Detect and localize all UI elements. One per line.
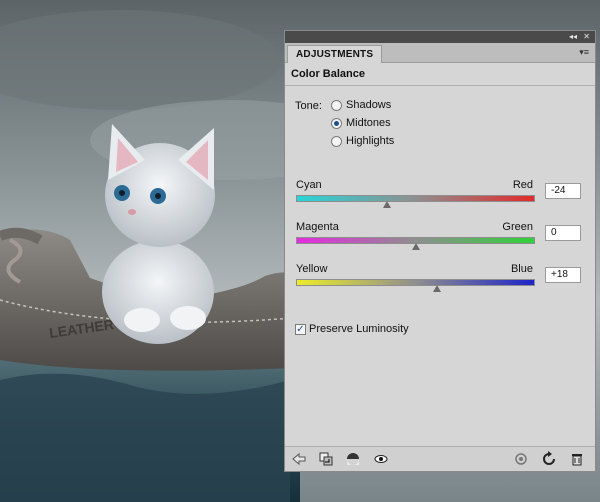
divider xyxy=(285,85,595,86)
slider-yellow-blue: Yellow Blue +18 xyxy=(295,263,589,295)
clip-to-layer-icon[interactable] xyxy=(318,451,334,467)
trash-icon[interactable] xyxy=(569,451,585,467)
reset-icon[interactable] xyxy=(541,451,557,467)
panel-title: Color Balance xyxy=(291,68,365,80)
value-input-magenta-green[interactable]: 0 xyxy=(545,225,581,241)
slider-left-label: Yellow xyxy=(296,263,328,275)
visibility-mask-icon[interactable] xyxy=(345,451,361,467)
previous-state-icon[interactable] xyxy=(513,451,529,467)
value-input-cyan-red[interactable]: -24 xyxy=(545,183,581,199)
collapse-icon[interactable]: ◂◂ xyxy=(569,31,577,43)
slider-right-label: Blue xyxy=(510,263,533,275)
radio-shadows[interactable] xyxy=(331,99,342,111)
panel-footer xyxy=(285,446,595,471)
eye-icon[interactable] xyxy=(373,451,389,467)
slider-right-label: Red xyxy=(512,179,533,191)
slider-left-label: Cyan xyxy=(296,179,322,191)
preserve-luminosity-checkbox[interactable]: ✓ xyxy=(295,323,306,335)
slider-magenta-green: Magenta Green 0 xyxy=(295,221,589,253)
slider-track-yellow-blue[interactable] xyxy=(296,279,535,286)
slider-left-label: Magenta xyxy=(296,221,339,233)
tone-option-label: Shadows xyxy=(346,99,392,111)
slider-right-label: Green xyxy=(502,221,533,233)
radio-midtones[interactable] xyxy=(331,117,342,129)
preserve-luminosity-label: Preserve Luminosity xyxy=(309,323,409,335)
slider-thumb-cyan-red[interactable] xyxy=(382,201,391,208)
tone-label: Tone: xyxy=(295,100,322,112)
back-arrow-icon[interactable] xyxy=(291,451,307,467)
preserve-luminosity-row[interactable]: ✓ Preserve Luminosity xyxy=(295,323,409,335)
tone-option-label: Highlights xyxy=(346,135,395,147)
tab-bar: ADJUSTMENTS ▾≡ xyxy=(285,43,595,63)
adjustments-panel: ◂◂ ✕ ADJUSTMENTS ▾≡ Color Balance Tone: … xyxy=(284,30,596,472)
tone-option-label: Midtones xyxy=(346,117,391,129)
value-input-yellow-blue[interactable]: +18 xyxy=(545,267,581,283)
tone-option-shadows[interactable]: Shadows xyxy=(331,98,391,112)
tone-option-midtones[interactable]: Midtones xyxy=(331,116,391,130)
panel-menu-icon[interactable]: ▾≡ xyxy=(579,45,589,60)
radio-highlights[interactable] xyxy=(331,135,342,147)
slider-track-cyan-red[interactable] xyxy=(296,195,535,202)
slider-thumb-yellow-blue[interactable] xyxy=(433,285,441,292)
slider-thumb-magenta-green[interactable] xyxy=(411,243,420,250)
tab-adjustments[interactable]: ADJUSTMENTS xyxy=(287,45,383,63)
tone-option-highlights[interactable]: Highlights xyxy=(331,134,394,148)
close-icon[interactable]: ✕ xyxy=(583,31,590,43)
slider-cyan-red: Cyan Red -24 xyxy=(295,179,589,211)
